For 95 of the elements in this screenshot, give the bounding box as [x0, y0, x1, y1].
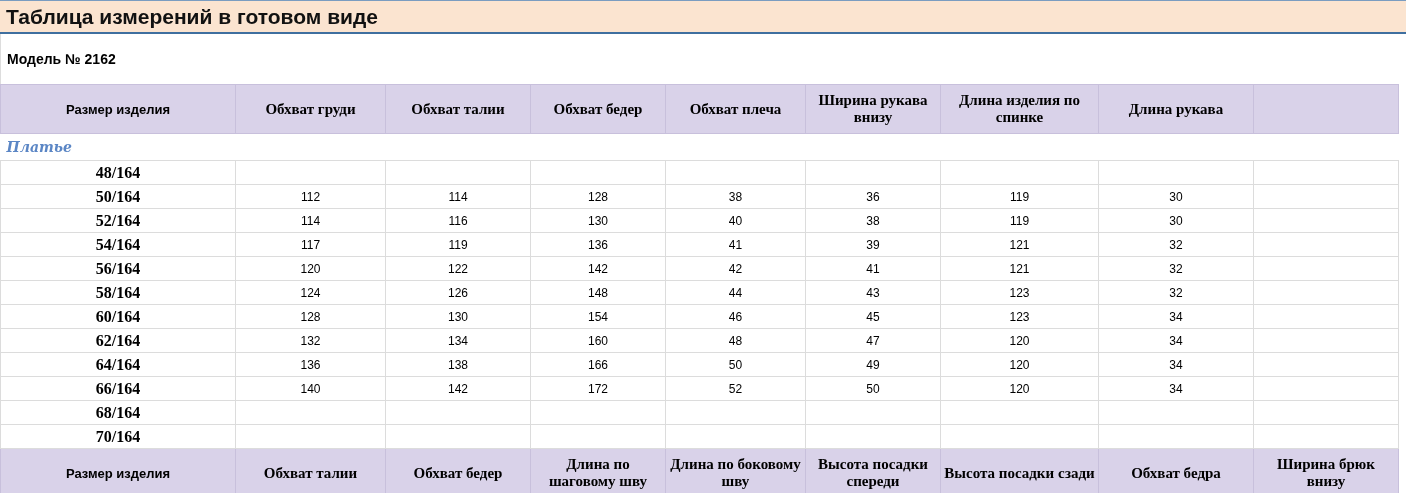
size-cell: 52/164 [0, 208, 236, 233]
table-cell: 48 [665, 328, 806, 353]
section-label: Платье [0, 133, 1399, 161]
table-cell: 34 [1098, 376, 1254, 401]
table-cell: 124 [235, 280, 386, 305]
column-header: Ширина рукава внизу [805, 84, 941, 134]
table-cell: 140 [235, 376, 386, 401]
size-cell: 66/164 [0, 376, 236, 401]
table-cell: 142 [385, 376, 531, 401]
size-cell: 64/164 [0, 352, 236, 377]
size-cell: 56/164 [0, 256, 236, 281]
table-cell: 49 [805, 352, 941, 377]
column-header: Длина по боковому шву [665, 448, 806, 493]
table-cell: 112 [235, 184, 386, 209]
size-cell: 54/164 [0, 232, 236, 257]
table-cell: 45 [805, 304, 941, 329]
table-cell: 34 [1098, 328, 1254, 353]
table-cell: 130 [385, 304, 531, 329]
table-cell: 52 [665, 376, 806, 401]
table-cell: 126 [385, 280, 531, 305]
table-cell: 160 [530, 328, 666, 353]
table-cell: 50 [665, 352, 806, 377]
table-cell: 122 [385, 256, 531, 281]
size-cell: 48/164 [0, 160, 236, 185]
table-cell: 34 [1098, 352, 1254, 377]
size-cell: 50/164 [0, 184, 236, 209]
table-cell: 32 [1098, 232, 1254, 257]
table-cell: 154 [530, 304, 666, 329]
column-header: Размер изделия [0, 448, 236, 493]
table-cell: 119 [940, 208, 1099, 233]
table-cell: 130 [530, 208, 666, 233]
table-cell: 114 [235, 208, 386, 233]
table-cell: 120 [940, 352, 1099, 377]
table-cell: 114 [385, 184, 531, 209]
table-cell: 40 [665, 208, 806, 233]
table-cell: 121 [940, 232, 1099, 257]
column-header: Обхват бедра [1098, 448, 1254, 493]
table-cell: 32 [1098, 256, 1254, 281]
table-cell: 120 [940, 376, 1099, 401]
table-cell: 136 [530, 232, 666, 257]
column-header: Высота посадки сзади [940, 448, 1099, 493]
table-cell: 120 [940, 328, 1099, 353]
table-cell: 121 [940, 256, 1099, 281]
table-cell: 47 [805, 328, 941, 353]
size-cell: 70/164 [0, 424, 236, 449]
table-cell: 41 [805, 256, 941, 281]
table-cell: 142 [530, 256, 666, 281]
table-cell: 138 [385, 352, 531, 377]
model-label: Модель № 2162 [7, 51, 116, 67]
column-header: Длина по шаговому шву [530, 448, 666, 493]
table-cell: 128 [530, 184, 666, 209]
column-header: Ширина брюк внизу [1253, 448, 1399, 493]
table-cell: 132 [235, 328, 386, 353]
table-cell: 38 [665, 184, 806, 209]
table-cell: 116 [385, 208, 531, 233]
table-cell: 117 [235, 232, 386, 257]
size-cell: 68/164 [0, 400, 236, 425]
table-cell: 148 [530, 280, 666, 305]
sheet-title: Таблица измерений в готовом виде [6, 4, 378, 29]
table-cell: 123 [940, 280, 1099, 305]
column-header: Длина рукава [1098, 84, 1254, 134]
table-cell: 36 [805, 184, 941, 209]
column-header: Обхват бедер [530, 84, 666, 134]
table-cell: 46 [665, 304, 806, 329]
size-cell: 58/164 [0, 280, 236, 305]
table-cell: 166 [530, 352, 666, 377]
table-cell: 119 [940, 184, 1099, 209]
column-header: Обхват талии [235, 448, 386, 493]
table-cell: 123 [940, 304, 1099, 329]
table-cell: 39 [805, 232, 941, 257]
table-cell: 50 [805, 376, 941, 401]
table-cell: 120 [235, 256, 386, 281]
column-header: Обхват плеча [665, 84, 806, 134]
table-cell: 30 [1098, 208, 1254, 233]
table-cell: 41 [665, 232, 806, 257]
column-header: Длина изделия по спинке [940, 84, 1099, 134]
column-header: Обхват груди [235, 84, 386, 134]
table-cell: 44 [665, 280, 806, 305]
table-cell: 172 [530, 376, 666, 401]
size-cell: 60/164 [0, 304, 236, 329]
column-header: Высота посадки спереди [805, 448, 941, 493]
table-cell: 119 [385, 232, 531, 257]
table-cell: 34 [1098, 304, 1254, 329]
table-cell: 42 [665, 256, 806, 281]
column-header: Обхват талии [385, 84, 531, 134]
column-header: Обхват бедер [385, 448, 531, 493]
table-cell: 128 [235, 304, 386, 329]
table-cell: 30 [1098, 184, 1254, 209]
size-cell: 62/164 [0, 328, 236, 353]
table-cell: 43 [805, 280, 941, 305]
table-cell: 134 [385, 328, 531, 353]
table-cell: 38 [805, 208, 941, 233]
table-cell: 32 [1098, 280, 1254, 305]
column-header: Размер изделия [0, 84, 236, 134]
table-cell: 136 [235, 352, 386, 377]
